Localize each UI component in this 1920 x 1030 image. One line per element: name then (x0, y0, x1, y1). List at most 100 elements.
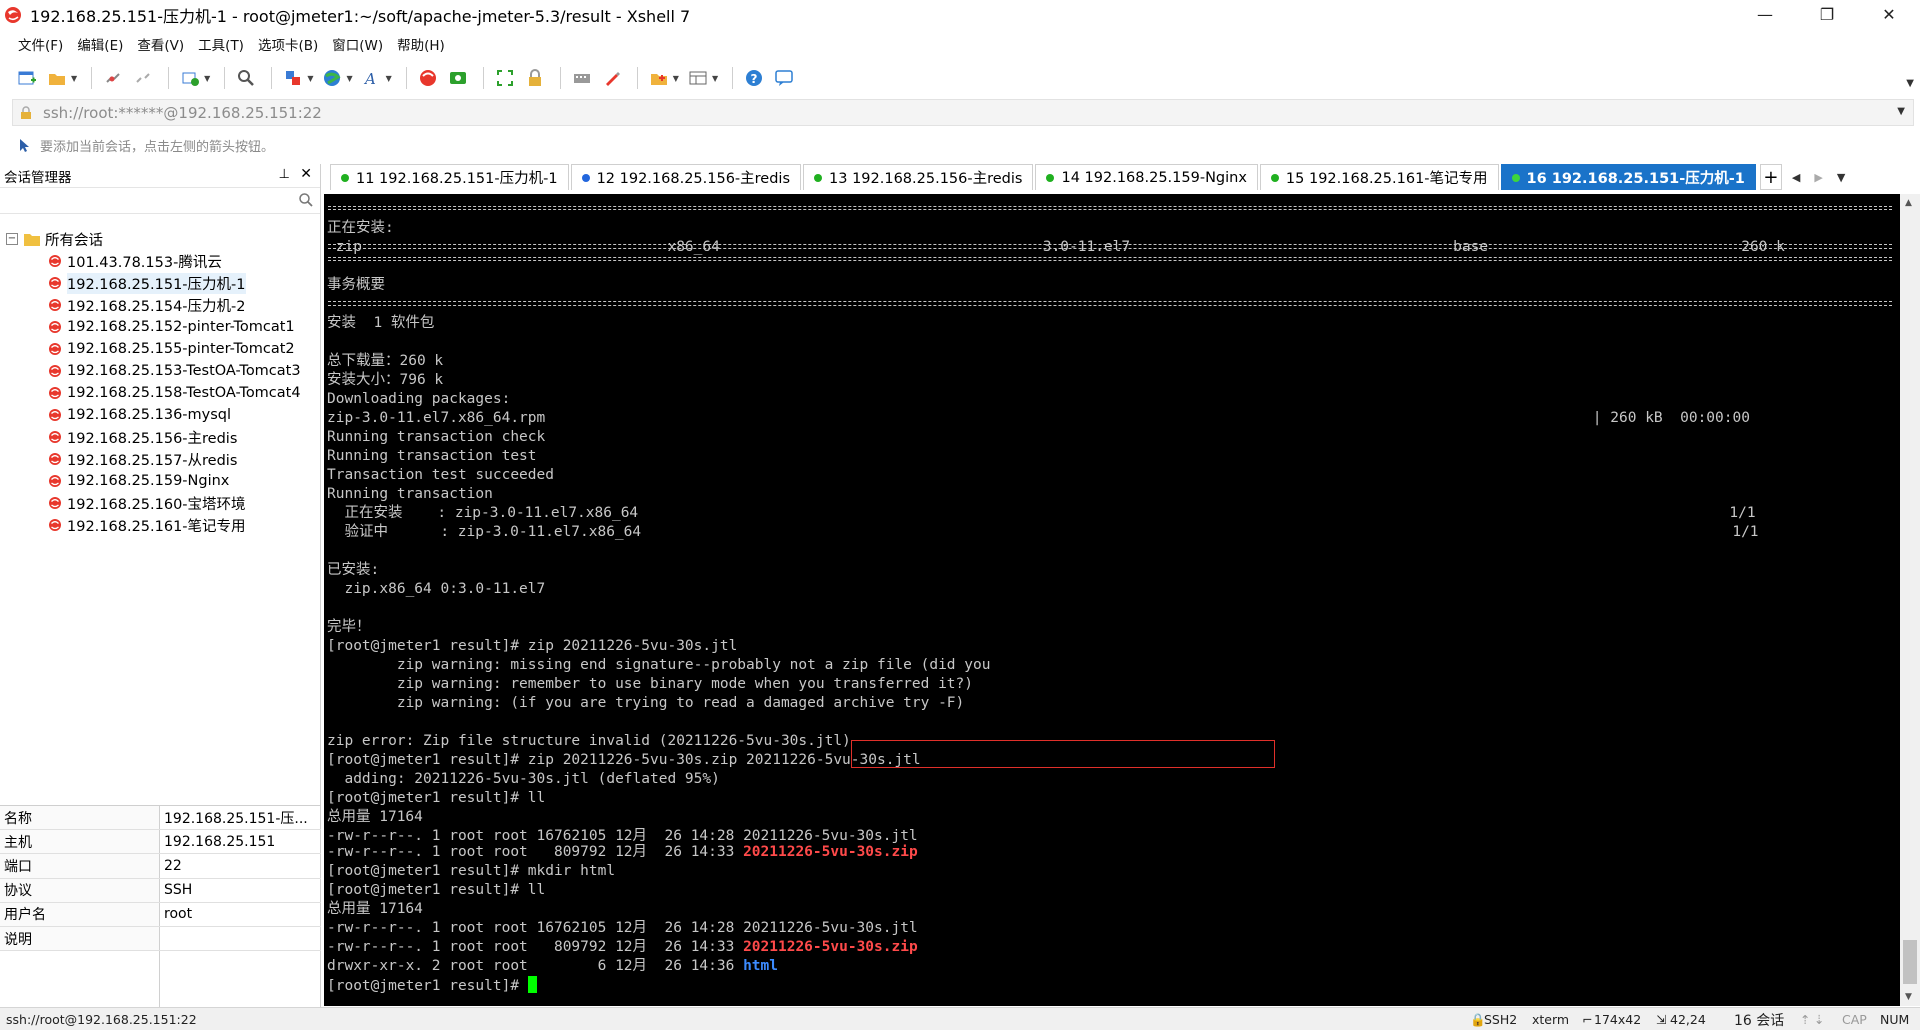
scrollbar-thumb[interactable] (1903, 940, 1917, 984)
close-icon[interactable]: ✕ (300, 166, 312, 182)
terminal-prompt[interactable]: [root@jmeter1 result]# (327, 976, 537, 995)
address-bar[interactable]: ssh://root:******@192.168.25.151:22 ▼ (12, 99, 1914, 126)
session-item-label: 192.168.25.156-主redis (67, 430, 238, 447)
chevron-down-icon[interactable]: ▼ (386, 74, 392, 83)
tab-next-icon[interactable]: ▶ (1814, 171, 1822, 184)
tab-label: 16 192.168.25.151-压力机-1 (1526, 171, 1745, 187)
terminal-line: 正在安装: (327, 220, 394, 236)
tree-root-all-sessions[interactable]: − 所有会话 (0, 228, 320, 250)
menu-tab[interactable]: 选项卡(B) (258, 34, 318, 54)
chevron-down-icon[interactable]: ▼ (346, 74, 352, 83)
highlight-icon[interactable] (599, 65, 625, 91)
tree-root-label: 所有会话 (45, 232, 103, 249)
font-icon[interactable]: A (359, 65, 385, 91)
terminal-line: zip-3.0-11.el7.x86_64.rpm | 260 kB 00:00… (327, 410, 1750, 426)
search-icon[interactable] (233, 65, 259, 91)
tab-session-12[interactable]: 12 192.168.25.156-主redis (570, 164, 802, 190)
chevron-down-icon[interactable]: ▼ (71, 74, 77, 83)
chevron-down-icon[interactable]: ▼ (1897, 106, 1905, 117)
session-search-input[interactable] (0, 188, 320, 214)
tab-session-15[interactable]: 15 192.168.25.161-笔记专用 (1259, 164, 1499, 190)
session-item[interactable]: 192.168.25.158-TestOA-Tomcat4 (0, 382, 320, 404)
restore-button[interactable]: ❐ (1796, 0, 1858, 29)
session-item[interactable]: 192.168.25.156-主redis (0, 426, 320, 448)
tab-prev-icon[interactable]: ◀ (1792, 171, 1800, 184)
session-item[interactable]: 192.168.25.159-Nginx (0, 470, 320, 492)
hint-text: 要添加当前会话，点击左侧的箭头按钮。 (40, 139, 275, 155)
keyboard-icon[interactable] (569, 65, 595, 91)
scroll-up-icon[interactable]: ▲ (1905, 198, 1912, 208)
separator-line (328, 209, 1892, 210)
session-item[interactable]: 192.168.25.160-宝塔环境 (0, 492, 320, 514)
prop-value[interactable]: root (160, 903, 321, 926)
collapse-icon[interactable]: − (6, 233, 18, 245)
session-properties: 名称 192.168.25.151-压... 主机 192.168.25.151… (0, 805, 321, 1009)
layout-icon[interactable] (685, 65, 711, 91)
tab-list-icon[interactable]: ▼ (1837, 171, 1845, 184)
chevron-down-icon[interactable]: ▼ (712, 74, 718, 83)
menu-window[interactable]: 窗口(W) (332, 34, 383, 54)
session-item[interactable]: 192.168.25.161-笔记专用 (0, 514, 320, 536)
fullscreen-icon[interactable] (492, 65, 518, 91)
session-item-label: 192.168.25.155-pinter-Tomcat2 (67, 341, 295, 357)
disconnect-icon[interactable] (130, 65, 156, 91)
menu-file[interactable]: 文件(F) (18, 34, 63, 54)
tab-session-14[interactable]: 14 192.168.25.159-Nginx (1035, 164, 1258, 190)
close-button[interactable]: ✕ (1858, 0, 1920, 29)
prop-value[interactable]: 22 (160, 854, 321, 877)
open-folder-icon[interactable] (44, 65, 70, 91)
menu-view[interactable]: 查看(V) (137, 34, 184, 54)
session-item[interactable]: 192.168.25.136-mysql (0, 404, 320, 426)
add-folder-icon[interactable] (646, 65, 672, 91)
menu-edit[interactable]: 编辑(E) (77, 34, 123, 54)
prop-value[interactable]: 192.168.25.151-压... (160, 806, 321, 829)
terminal-line: [root@jmeter1 result]# zip 20211226-5vu-… (327, 638, 738, 654)
chat-icon[interactable] (771, 65, 797, 91)
scroll-down-icon[interactable]: ▼ (1905, 992, 1912, 1002)
connect-icon[interactable] (100, 65, 126, 91)
session-item-selected[interactable]: 192.168.25.151-压力机-1 (0, 272, 320, 294)
globe-icon[interactable] (319, 65, 345, 91)
terminal-line: [root@jmeter1 result]# zip 20211226-5vu-… (327, 752, 921, 768)
xshell-icon[interactable] (415, 65, 441, 91)
add-tab-button[interactable]: + (1759, 164, 1782, 190)
zip-file-name: 20211226-5vu-30s.zip (743, 844, 918, 860)
tab-session-13[interactable]: 13 192.168.25.156-主redis (803, 164, 1034, 190)
session-item[interactable]: 192.168.25.153-TestOA-Tomcat3 (0, 360, 320, 382)
session-item[interactable]: 192.168.25.157-从redis (0, 448, 320, 470)
terminal-line: zip warning: (if you are trying to read … (327, 695, 965, 711)
session-item[interactable]: 192.168.25.154-压力机-2 (0, 294, 320, 316)
add-session-arrow-icon[interactable] (16, 137, 32, 153)
reconnect-icon[interactable] (177, 65, 203, 91)
terminal-scrollbar[interactable]: ▲ ▼ (1900, 194, 1920, 1006)
pin-icon[interactable]: ⊥ (279, 167, 290, 182)
xftp-icon[interactable] (445, 65, 471, 91)
lock-icon[interactable] (522, 65, 548, 91)
menu-help[interactable]: 帮助(H) (397, 34, 445, 54)
status-dot-icon (581, 173, 590, 182)
chevron-down-icon[interactable]: ▼ (307, 74, 313, 83)
prop-value[interactable] (160, 927, 321, 950)
session-item[interactable]: 192.168.25.155-pinter-Tomcat2 (0, 338, 320, 360)
toolbar-overflow-icon[interactable]: ▼ (1906, 78, 1914, 89)
help-icon[interactable]: ? (741, 65, 767, 91)
prop-value[interactable]: 192.168.25.151 (160, 830, 321, 853)
minimize-button[interactable]: — (1734, 0, 1796, 29)
chevron-down-icon[interactable]: ▼ (673, 74, 679, 83)
terminal-line: -rw-r--r--. 1 root root 809792 12月 26 14… (327, 844, 918, 860)
tab-session-16-active[interactable]: 16 192.168.25.151-压力机-1 (1500, 164, 1756, 190)
menu-tools[interactable]: 工具(T) (198, 34, 244, 54)
address-input[interactable]: ssh://root:******@192.168.25.151:22 (43, 104, 322, 122)
session-item[interactable]: 192.168.25.152-pinter-Tomcat1 (0, 316, 320, 338)
transfer-icon[interactable] (280, 65, 306, 91)
lock-icon (21, 105, 31, 119)
search-icon[interactable] (298, 192, 314, 208)
new-session-icon[interactable] (14, 65, 40, 91)
session-item[interactable]: 101.43.78.153-腾讯云 (0, 250, 320, 272)
tab-session-11[interactable]: 11 192.168.25.151-压力机-1 (330, 164, 569, 190)
chevron-down-icon[interactable]: ▼ (204, 74, 210, 83)
session-icon (49, 255, 61, 267)
terminal-output[interactable]: 正在安装: zip x86_64 3.0-11.el7 base 260 k 事务… (324, 194, 1900, 1006)
prop-value[interactable]: SSH (160, 879, 321, 902)
status-protocol: SSH2 (1484, 1012, 1518, 1027)
